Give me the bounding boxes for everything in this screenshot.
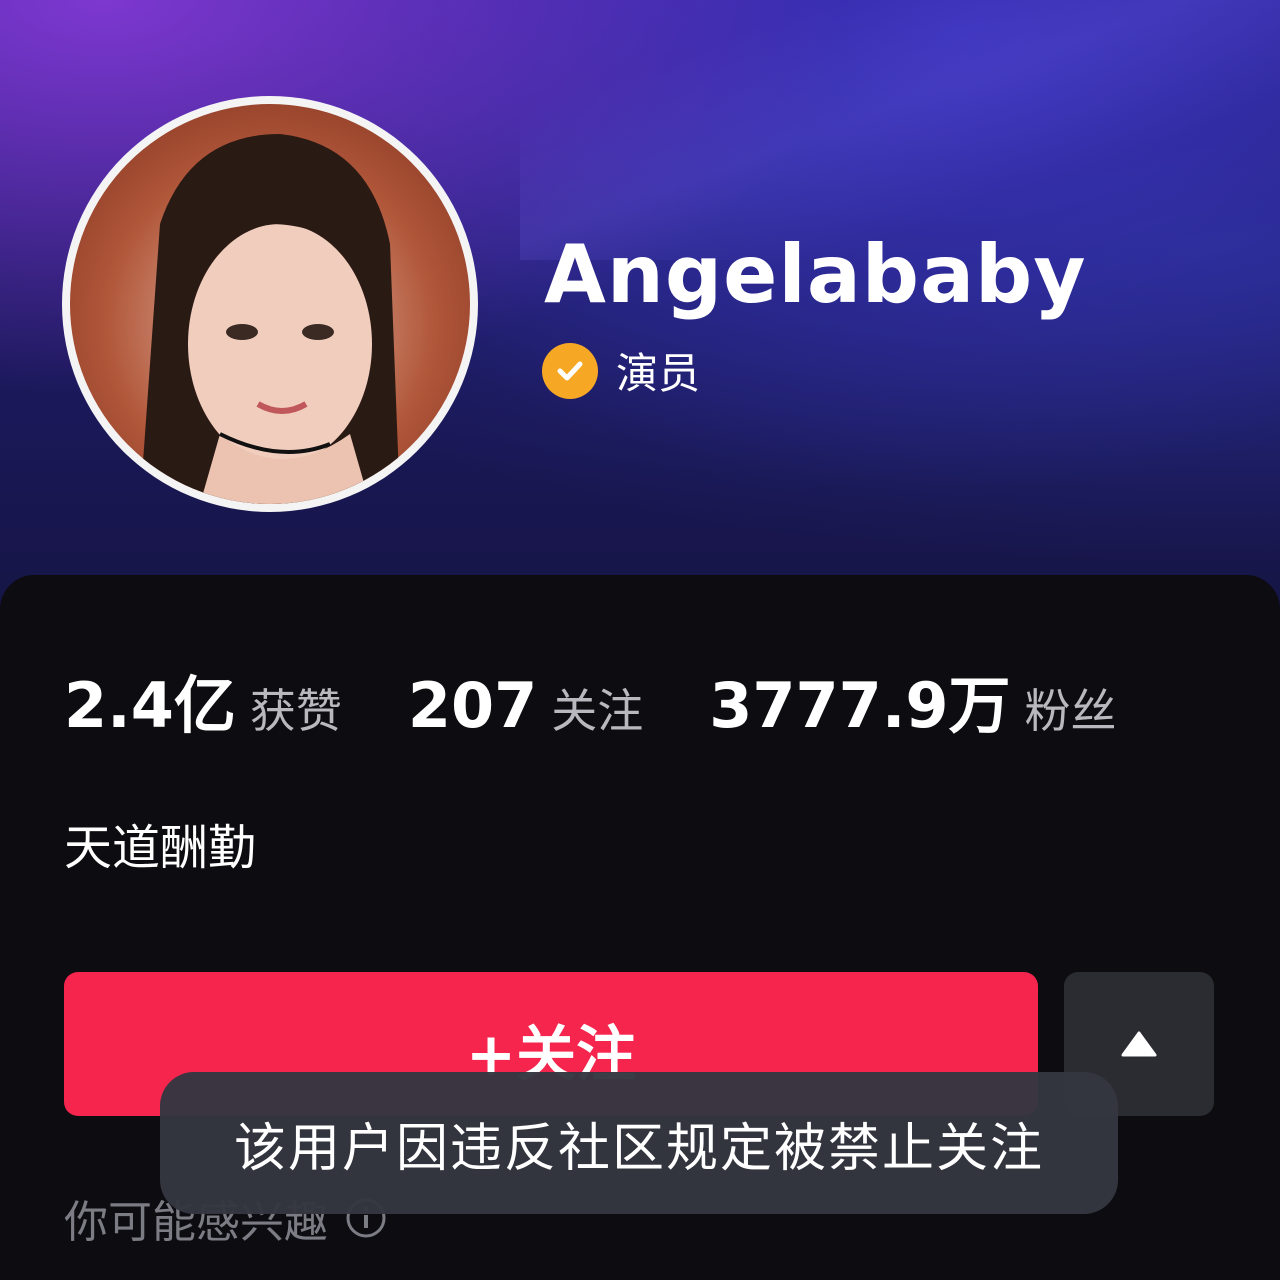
avatar-image: [70, 104, 470, 504]
header-light-streak: [520, 0, 1280, 260]
stat-followers-value: 3777.9万: [709, 669, 1011, 742]
profile-bio: 天道酬勤: [64, 820, 257, 876]
triangle-up-icon: [1121, 1031, 1157, 1057]
avatar[interactable]: [62, 96, 478, 512]
stat-likes-value: 2.4亿: [64, 669, 236, 742]
stat-likes[interactable]: 2.4亿 获赞: [64, 655, 342, 745]
stat-followers[interactable]: 3777.9万 粉丝: [709, 655, 1116, 745]
verified-label: 演员: [616, 349, 701, 398]
stat-followers-label: 粉丝: [1024, 684, 1117, 738]
toast-message: 该用户因违反社区规定被禁止关注: [160, 1072, 1118, 1214]
stats-row: 2.4亿 获赞 207 关注 3777.9万 粉丝: [64, 655, 1183, 745]
stat-following-value: 207: [407, 669, 538, 742]
verified-check-icon: [542, 342, 598, 399]
profile-name: Angelababy: [544, 228, 1087, 321]
verified-row: 演员: [542, 340, 700, 401]
stat-likes-label: 获赞: [249, 684, 342, 738]
stat-following-label: 关注: [551, 684, 644, 738]
stat-following[interactable]: 207 关注: [408, 669, 643, 742]
avatar-portrait-graphic: [140, 134, 400, 504]
